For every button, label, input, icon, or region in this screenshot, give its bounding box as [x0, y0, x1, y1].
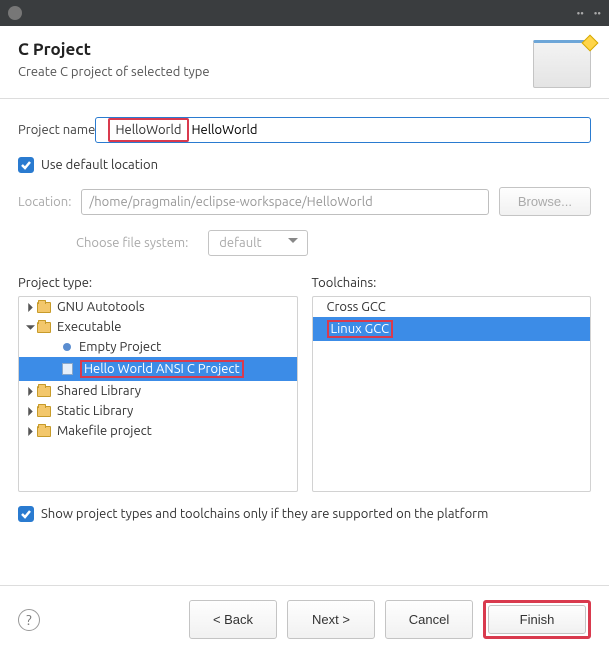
wizard-title: C Project: [18, 40, 533, 59]
highlight-box: Hello World ANSI C Project: [80, 360, 244, 378]
tree-item[interactable]: Executable: [19, 317, 297, 337]
folder-icon: [37, 426, 51, 437]
project-name-label: Project name:: [18, 123, 98, 137]
wizard-header: C Project Create C project of selected t…: [0, 26, 609, 99]
location-row: Location: Browse...: [18, 187, 591, 216]
tree-item[interactable]: Shared Library: [19, 381, 297, 401]
browse-button: Browse...: [499, 187, 591, 216]
filesystem-select: default: [208, 230, 308, 256]
default-location-checkbox[interactable]: [18, 157, 34, 173]
folder-icon: [37, 406, 51, 417]
wizard-banner-icon: [533, 40, 591, 88]
folder-icon: [37, 302, 51, 313]
file-icon: [62, 363, 73, 375]
tree-item[interactable]: Hello World ANSI C Project: [19, 357, 297, 381]
supported-filter-checkbox[interactable]: [18, 506, 34, 522]
tree-item[interactable]: GNU Autotools: [19, 297, 297, 317]
toolchains-label: Toolchains:: [312, 276, 592, 290]
supported-filter-row[interactable]: Show project types and toolchains only i…: [18, 506, 591, 522]
filesystem-label: Choose file system:: [76, 236, 188, 250]
list-item-label: Cross GCC: [327, 300, 386, 314]
check-icon: [20, 159, 32, 171]
project-type-tree[interactable]: GNU Autotools Executable Empty Project Hell…: [18, 296, 298, 492]
expand-arrow-icon[interactable]: [25, 303, 35, 312]
toolchains-list[interactable]: Cross GCC Linux GCC: [312, 296, 592, 492]
back-button[interactable]: < Back: [189, 600, 277, 639]
tree-item-label: Static Library: [57, 404, 133, 418]
wizard-footer: ? < Back Next > Cancel Finish: [0, 585, 609, 653]
expand-arrow-icon[interactable]: [25, 387, 35, 396]
eclipse-icon: [8, 6, 22, 20]
highlight-box: Linux GCC: [327, 320, 394, 338]
titlebar: ••••: [0, 0, 609, 26]
next-button[interactable]: Next >: [287, 600, 375, 639]
help-button[interactable]: ?: [18, 609, 40, 631]
list-item-label: Linux GCC: [331, 322, 390, 336]
supported-filter-label: Show project types and toolchains only i…: [41, 507, 488, 521]
cancel-button[interactable]: Cancel: [385, 600, 473, 639]
tree-item-label: Makefile project: [57, 424, 152, 438]
project-name-row: Project name: HelloWorld: [18, 117, 591, 143]
bullet-icon: [63, 343, 71, 351]
project-name-highlight: HelloWorld: [111, 121, 185, 139]
tree-item[interactable]: Empty Project: [19, 337, 297, 357]
tree-item-label: GNU Autotools: [57, 300, 145, 314]
tree-item-label: Executable: [57, 320, 121, 334]
tree-item-label: Empty Project: [79, 340, 161, 354]
tree-item-label: Hello World ANSI C Project: [84, 362, 240, 376]
expand-arrow-icon[interactable]: [25, 407, 35, 416]
project-type-label: Project type:: [18, 276, 298, 290]
finish-button[interactable]: Finish: [488, 605, 586, 634]
expand-arrow-icon[interactable]: [25, 427, 35, 436]
wizard-subtitle: Create C project of selected type: [18, 65, 533, 79]
folder-icon: [37, 386, 51, 397]
tree-item-label: Shared Library: [57, 384, 141, 398]
list-item[interactable]: Cross GCC: [313, 297, 591, 317]
expand-arrow-icon[interactable]: [25, 323, 35, 332]
default-location-row[interactable]: Use default location: [18, 157, 591, 173]
location-input: [81, 189, 488, 215]
tree-item[interactable]: Makefile project: [19, 421, 297, 441]
default-location-label: Use default location: [41, 158, 158, 172]
list-item[interactable]: Linux GCC: [313, 317, 591, 341]
location-label: Location:: [18, 195, 71, 209]
folder-icon: [37, 322, 51, 333]
check-icon: [20, 508, 32, 520]
filesystem-row: Choose file system: default: [76, 230, 591, 256]
tree-item[interactable]: Static Library: [19, 401, 297, 421]
window-controls[interactable]: ••••: [577, 8, 601, 19]
